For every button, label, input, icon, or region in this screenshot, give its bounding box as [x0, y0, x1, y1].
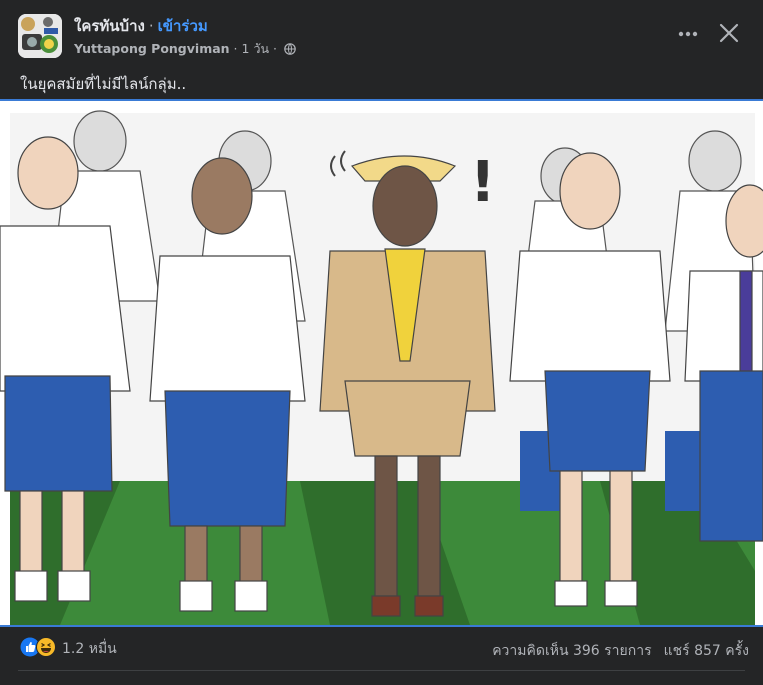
- post-time-link[interactable]: 1 วัน: [242, 41, 270, 56]
- more-options-button[interactable]: [676, 24, 700, 44]
- group-avatar[interactable]: [18, 14, 62, 58]
- close-icon: [719, 23, 739, 43]
- post-meta: Yuttapong Pongviman · 1 วัน ·: [74, 39, 296, 59]
- cartoon-illustration: !: [0, 101, 763, 625]
- reactions-summary[interactable]: 1.2 หมื่น: [20, 637, 117, 661]
- more-horizontal-icon: [678, 31, 698, 37]
- comment-count-link[interactable]: ความคิดเห็น 396 รายการ: [492, 643, 651, 659]
- title-separator: ·: [148, 17, 154, 35]
- globe-icon: [284, 43, 296, 58]
- meta-separator-2: ·: [273, 41, 277, 56]
- post-header: ใครทันบ้าง · เข้าร่วม Yuttapong Pongviman …: [0, 0, 763, 100]
- post-text: ในยุคสมัยที่ไม่มีไลน์กลุ่ม..: [20, 75, 187, 93]
- footer-divider: [18, 670, 745, 671]
- close-button[interactable]: [716, 20, 742, 46]
- post-footer: 1.2 หมื่น ความคิดเห็น 396 รายการ แชร์ 857…: [0, 628, 763, 685]
- post-stats: ความคิดเห็น 396 รายการ แชร์ 857 ครั้ง: [492, 640, 749, 662]
- join-group-link[interactable]: เข้าร่วม: [158, 17, 208, 35]
- svg-text:!: !: [470, 150, 496, 215]
- author-name-link[interactable]: Yuttapong Pongviman: [74, 41, 230, 56]
- group-title-line: ใครทันบ้าง · เข้าร่วม: [74, 14, 208, 38]
- haha-reaction-icon: [36, 637, 56, 661]
- reaction-count: 1.2 หมื่น: [62, 641, 117, 657]
- post-dialog: ใครทันบ้าง · เข้าร่วม Yuttapong Pongviman …: [0, 0, 763, 685]
- post-image[interactable]: !: [0, 99, 763, 627]
- group-name-link[interactable]: ใครทันบ้าง: [74, 17, 145, 35]
- share-count-link[interactable]: แชร์ 857 ครั้ง: [664, 643, 749, 659]
- meta-separator: ·: [233, 41, 238, 56]
